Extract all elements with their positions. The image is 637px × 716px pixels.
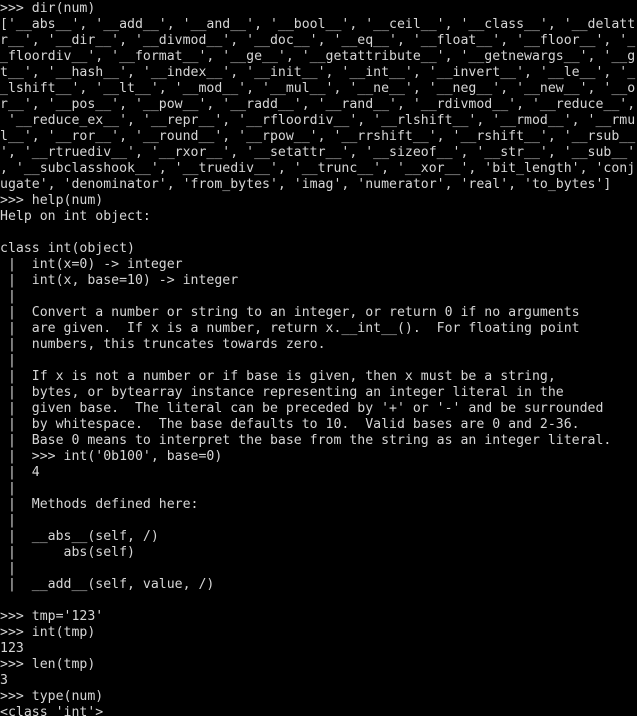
terminal-line: | Methods defined here: [0, 497, 199, 512]
terminal-line: >>> help(num) [0, 193, 104, 208]
terminal-line: | [0, 289, 16, 304]
terminal-line: | If x is not a number or if base is giv… [0, 369, 556, 384]
terminal-line: <class 'int'> [0, 705, 104, 716]
terminal-line: | int(x, base=10) -> integer [0, 273, 239, 288]
terminal-line: >>> type(num) [0, 689, 104, 704]
terminal-screen-output[interactable]: >>> dir(num) ['__abs__', '__add__', '__an… [0, 1, 637, 716]
terminal-line: 123 [0, 641, 24, 656]
terminal-line: >>> tmp='123' [0, 609, 104, 624]
terminal-line: _lshift__', '__lt__', '__mod__', '__mul_… [0, 81, 636, 96]
terminal-line: | Convert a number or string to an integ… [0, 305, 580, 320]
terminal-line: | __add__(self, value, /) [0, 577, 215, 592]
terminal-line: | int(x=0) -> integer [0, 257, 183, 272]
terminal-line: | given base. The literal can be precede… [0, 401, 604, 416]
terminal-line: | bytes, or bytearray instance represent… [0, 385, 564, 400]
terminal-line: >>> len(tmp) [0, 657, 96, 672]
terminal-line: ['__abs__', '__add__', '__and__', '__boo… [0, 17, 636, 32]
terminal-line: r__', '__pos__', '__pow__', '__radd__', … [0, 97, 636, 112]
terminal-line: | numbers, this truncates towards zero. [0, 337, 326, 352]
terminal-line: | abs(self) [0, 545, 135, 560]
terminal-line: '__reduce_ex__', '__repr__', '__rfloordi… [0, 113, 636, 128]
terminal-line: ugate', 'denominator', 'from_bytes', 'im… [0, 177, 612, 192]
terminal-line: | [0, 561, 16, 576]
terminal-line: | __abs__(self, /) [0, 529, 159, 544]
terminal-line: , '__subclasshook__', '__truediv__', '__… [0, 161, 636, 176]
terminal-line: | [0, 353, 16, 368]
terminal-line: t__', '__hash__', '__index__', '__init__… [0, 65, 636, 80]
terminal-line: | 4 [0, 465, 40, 480]
terminal-line: | Base 0 means to interpret the base fro… [0, 433, 612, 448]
terminal-line: | [0, 513, 16, 528]
terminal-line: | [0, 481, 16, 496]
terminal-window[interactable]: >>> dir(num) ['__abs__', '__add__', '__an… [0, 0, 637, 716]
terminal-line: | are given. If x is a number, return x.… [0, 321, 580, 336]
terminal-line: class int(object) [0, 241, 135, 256]
terminal-line: Help on int object: [0, 209, 151, 224]
terminal-line: | by whitespace. The base defaults to 10… [0, 417, 580, 432]
terminal-line: 3 [0, 673, 8, 688]
terminal-line: >>> int(tmp) [0, 625, 96, 640]
terminal-line: ', '__rtruediv__', '__rxor__', '__setatt… [0, 145, 636, 160]
terminal-line: >>> dir(num) [0, 1, 96, 16]
terminal-line: | >>> int('0b100', base=0) [0, 449, 223, 464]
terminal-line: r__', '__dir__', '__divmod__', '__doc__'… [0, 33, 636, 48]
terminal-line: _floordiv__', '__format__', '__ge__', '_… [0, 49, 636, 64]
terminal-line: l__', '__ror__', '__round__', '__rpow__'… [0, 129, 636, 144]
